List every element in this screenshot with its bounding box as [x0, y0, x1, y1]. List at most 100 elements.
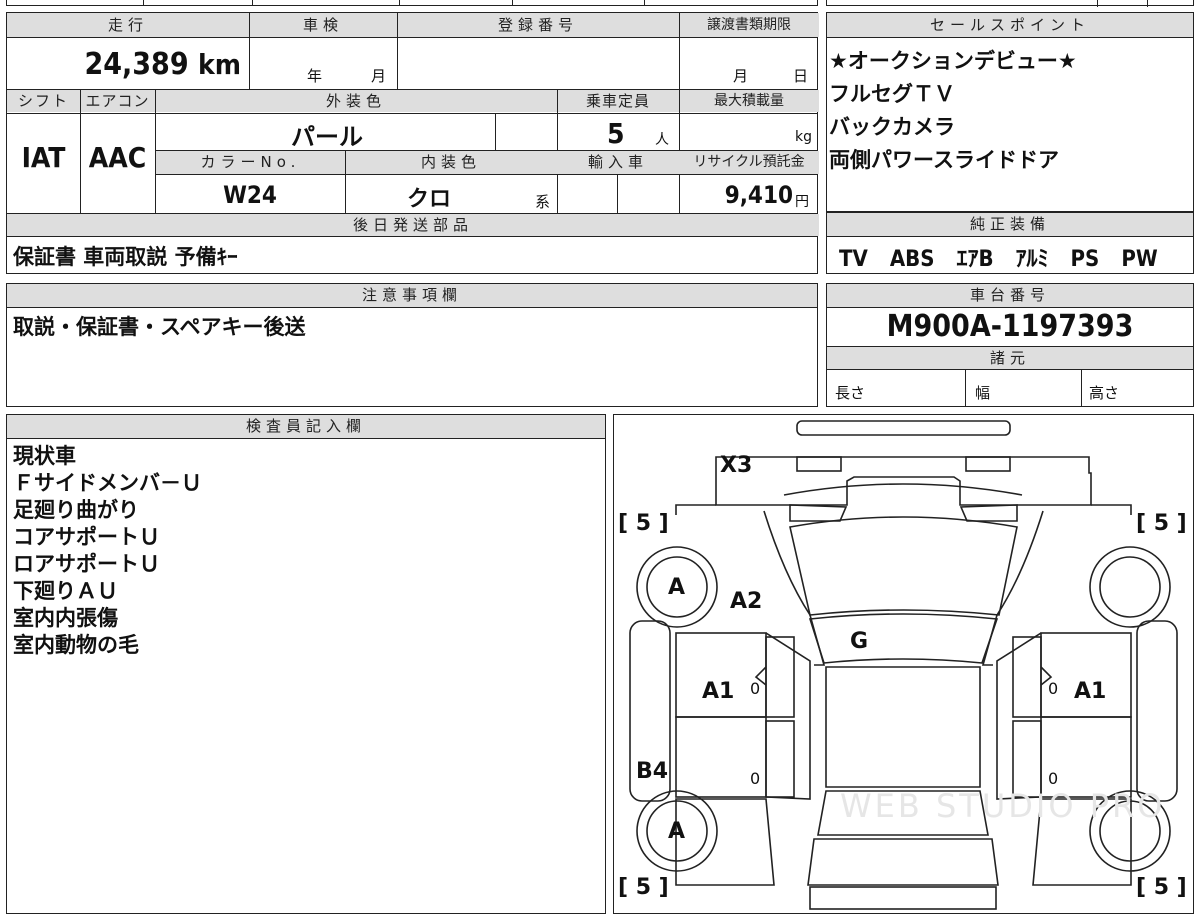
recycle-fee-header: リサイクル預託金 [679, 151, 819, 174]
shift-header: シフト [7, 90, 80, 112]
left-rear-panel-mark: B4 [636, 759, 669, 784]
tire-rear-right-rating: [ 5 ] [1136, 875, 1187, 900]
aircon-header: エアコン [80, 90, 155, 112]
exterior-color-value: パール [291, 123, 363, 151]
right-headlight-shape [965, 456, 1011, 472]
shift-value: IAT [21, 141, 66, 174]
recycle-fee-unit: 円 [795, 194, 809, 210]
car-diagram-box: WEB STUDIO PRO [ 5 ] [ 5 ] [ 5 ] [ 5 ] X… [613, 414, 1194, 914]
mileage-value: 24,389 km [7, 37, 245, 89]
front-left-wheel-mark: A [668, 575, 686, 600]
front-bumper-mark: X3 [720, 453, 753, 478]
tire-front-left-rating: [ 5 ] [618, 511, 669, 536]
tire-front-right-rating: [ 5 ] [1136, 511, 1187, 536]
chassis-number-value: M900A-1197393 [886, 309, 1134, 344]
grille-top-curve [783, 483, 1023, 496]
capacity-value: 5 [607, 117, 625, 150]
zero-mark-right-front: 0 [1048, 679, 1059, 698]
top-stub-row [6, 0, 818, 6]
sales-points-list: ★オークションデビュー★ フルセグＴＶ バックカメラ 両側パワースライドドア [829, 45, 1077, 177]
inspector-notes: 現状車 Ｆサイドメンバ－Ｕ 足廻り曲がり コアサポートＵ ロアサポートＵ 下廻り… [13, 443, 202, 659]
car-outline-diagram [629, 420, 1178, 910]
zero-mark-left-front: 0 [750, 679, 761, 698]
specs-length-label: 長さ [835, 384, 866, 402]
color-no-header: カラーNo. [156, 151, 345, 174]
left-rear-window-shape [765, 720, 795, 798]
transfer-day-label: 日 [793, 67, 809, 85]
inspector-note-line: 足廻り曲がり [13, 498, 139, 522]
left-grille-shape [789, 504, 848, 522]
color-no-value: W24 [223, 181, 277, 209]
chassis-number-header: 車台番号 [827, 284, 1193, 307]
tailgate-shape [807, 838, 999, 886]
transfer-deadline-header: 譲渡書類期限 [679, 13, 819, 37]
inspector-note-line: 室内内張傷 [13, 606, 118, 630]
caution-box: 注意事項欄 取説・保証書・スペアキー後送 [6, 283, 818, 407]
right-rear-window-shape [1012, 720, 1042, 798]
watermark-text: WEB STUDIO PRO [840, 787, 1166, 825]
caution-header: 注意事項欄 [7, 284, 817, 307]
left-front-door-shape [675, 632, 767, 718]
right-side-skirt-shape [1136, 620, 1178, 802]
sales-point-line: バックカメラ [829, 115, 955, 139]
mileage-header: 走行 [7, 13, 249, 37]
max-load-header: 最大積載量 [679, 90, 819, 112]
left-front-door-mark: A1 [702, 679, 735, 704]
genuine-equipment-box: 純正装備 TV ABS ｴｱB ｱﾙﾐ PS PW [826, 212, 1194, 274]
genuine-equipment-value: TV ABS ｴｱB ｱﾙﾐ PS PW [839, 247, 1158, 272]
capacity-unit: 人 [655, 132, 669, 148]
inspection-year-label: 年 [307, 67, 323, 85]
inspector-note-line: 室内動物の毛 [13, 633, 139, 657]
inspector-note-line: Ｆサイドメンバ－Ｕ [13, 471, 202, 495]
inspector-note-line: 現状車 [13, 444, 76, 468]
mileage-unit: km [198, 48, 241, 81]
right-grille-shape [959, 504, 1018, 522]
sales-points-header: セールスポイント [827, 13, 1193, 37]
chassis-box: 車台番号 M900A-1197393 諸元 長さ 幅 高さ [826, 283, 1194, 407]
windshield-mark: G [850, 629, 869, 654]
max-load-unit: kg [795, 129, 812, 145]
interior-color-suffix: 系 [535, 193, 551, 211]
right-pillar-shape [996, 632, 1042, 800]
vehicle-info-grid: 走行 車検 登録番号 譲渡書類期限 24,389 km 年 月 月 日 シフト … [6, 12, 819, 274]
inspection-header: 車検 [249, 13, 397, 37]
front-fender-mark: A2 [730, 589, 763, 614]
top-stub-right [826, 0, 1194, 7]
sales-point-line: 両側パワースライドドア [829, 148, 1059, 172]
inspector-note-line: 下廻りＡＵ [13, 579, 118, 603]
hood-shape [789, 516, 1018, 616]
right-front-door-mark: A1 [1074, 679, 1107, 704]
left-headlight-shape [796, 456, 842, 472]
inspector-header: 検査員記入欄 [7, 415, 605, 438]
interior-color-header: 内装色 [345, 151, 557, 174]
left-rear-quarter-shape [675, 798, 775, 886]
left-fender-line [675, 504, 826, 666]
roof-shape [825, 666, 981, 788]
capacity-header: 乗車定員 [557, 90, 679, 112]
specs-header: 諸元 [827, 347, 1193, 369]
inspector-box: 検査員記入欄 現状車 Ｆサイドメンバ－Ｕ 足廻り曲がり コアサポートＵ ロアサポ… [6, 414, 606, 914]
tire-rear-left-rating: [ 5 ] [618, 875, 669, 900]
aircon-value: AAC [88, 141, 147, 174]
caution-value: 取説・保証書・スペアキー後送 [13, 315, 306, 339]
inspector-note-line: ロアサポートＵ [13, 552, 160, 576]
windshield-shape [808, 613, 999, 664]
import-header: 輸入車 [557, 151, 679, 174]
recycle-fee-value: 9,410 [724, 181, 793, 209]
inspector-note-line: コアサポートＵ [13, 525, 160, 549]
sales-point-line: フルセグＴＶ [829, 82, 955, 106]
sales-point-line: ★オークションデビュー★ [829, 49, 1077, 73]
genuine-equipment-header: 純正装備 [827, 213, 1193, 236]
zero-mark-right-rear: 0 [1048, 769, 1059, 788]
zero-mark-left-rear: 0 [750, 769, 761, 788]
exterior-color-header: 外装色 [155, 90, 557, 112]
left-pillar-shape [765, 632, 811, 800]
sales-points-box: セールスポイント ★オークションデビュー★ フルセグＴＶ バックカメラ 両側パワ… [826, 12, 1194, 212]
interior-color-value: クロ [407, 187, 452, 212]
rear-left-wheel-mark: A [668, 819, 686, 844]
registration-header: 登録番号 [397, 13, 679, 37]
rear-bumper-shape [809, 886, 997, 910]
mileage-number: 24,389 [84, 47, 189, 82]
specs-width-label: 幅 [975, 384, 991, 402]
front-bumper-shape [715, 456, 1092, 506]
